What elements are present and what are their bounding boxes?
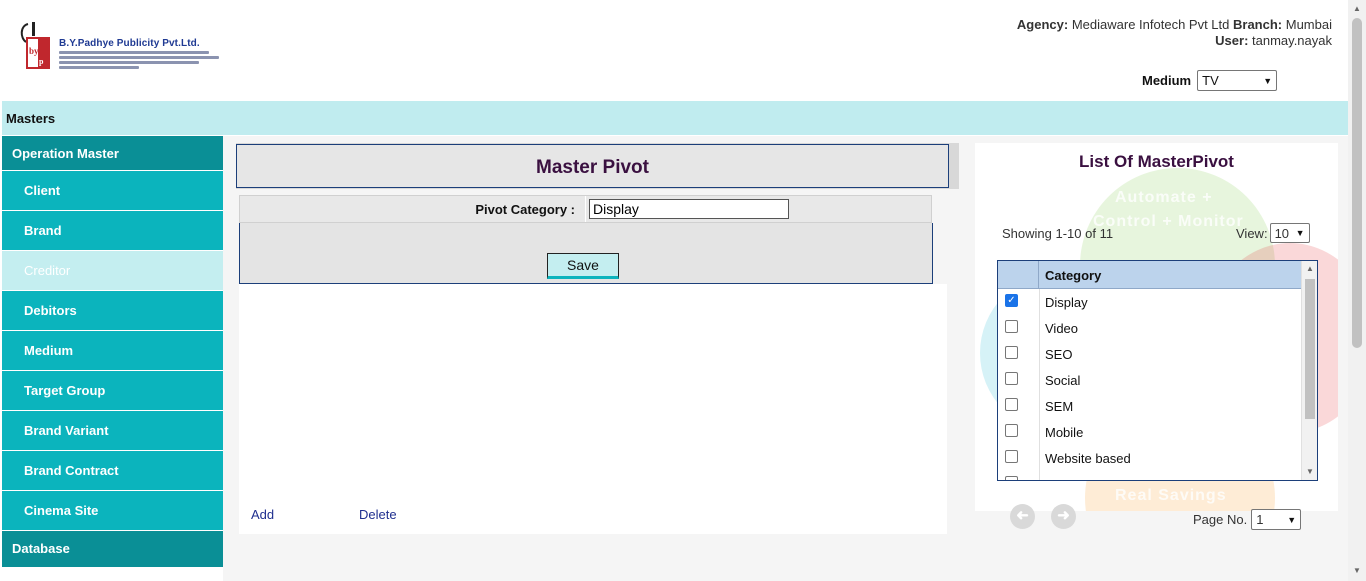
chevron-down-icon: ▼: [1263, 75, 1273, 86]
save-button[interactable]: Save: [547, 253, 619, 279]
chevron-down-icon: ▼: [1287, 514, 1297, 525]
watermark-text-2: Control + Monitor: [1093, 213, 1244, 230]
view-select[interactable]: 10 ▼: [1269, 223, 1310, 243]
table-row: SEM: [998, 393, 1301, 419]
row-category: Video: [1045, 321, 1079, 336]
previous-page-icon[interactable]: ➜: [1010, 504, 1035, 529]
row-category: Display: [1045, 295, 1088, 310]
sidebar-item-cinema-site[interactable]: Cinema Site: [2, 491, 223, 531]
watermark-text-1: Automate +: [1115, 189, 1213, 206]
row-checkbox[interactable]: [1005, 476, 1018, 480]
sidebar-section-operation-master[interactable]: Operation Master: [2, 136, 223, 171]
table-row: Website based: [998, 445, 1301, 471]
sidebar-item-brand-contract[interactable]: Brand Contract: [2, 451, 223, 491]
row-checkbox[interactable]: ✓: [1005, 294, 1018, 307]
table-row: ✓ Display: [998, 289, 1301, 315]
medium-select-value: TV: [1202, 73, 1219, 88]
content-area: [239, 284, 947, 534]
grid-scrollbar[interactable]: ▲ ▼: [1301, 261, 1317, 480]
row-checkbox[interactable]: [1005, 320, 1018, 333]
medium-selector: Medium TV ▼: [1142, 70, 1278, 91]
view-select-value: 10: [1274, 225, 1290, 241]
grid-header-checkbox-cell: [998, 261, 1039, 289]
row-checkbox[interactable]: [1005, 346, 1018, 359]
pivot-category-label: Pivot Category :: [240, 196, 586, 222]
table-row: Social: [998, 367, 1301, 393]
list-showing-count: Showing 1-10 of 11: [1002, 226, 1114, 241]
scroll-up-icon[interactable]: ▲: [1353, 4, 1361, 13]
company-address: [59, 51, 219, 71]
agency-label: Agency:: [1016, 17, 1069, 32]
row-category: Social: [1045, 373, 1081, 388]
pivot-category-row: Pivot Category :: [239, 195, 932, 223]
scrollbar-thumb[interactable]: [1305, 279, 1315, 419]
user-label: User:: [1215, 33, 1249, 48]
form-title: Master Pivot: [236, 144, 949, 188]
grid-header: Category: [998, 261, 1301, 289]
page: by p B.Y.Padhye Publicity Pvt.Ltd. Agenc…: [0, 0, 1366, 581]
view-label: View:: [1236, 225, 1268, 241]
sidebar-item-medium[interactable]: Medium: [2, 331, 223, 371]
sidebar-item-target-group[interactable]: Target Group: [2, 371, 223, 411]
branch-label: Branch:: [1233, 17, 1283, 32]
company-logo[interactable]: by p B.Y.Padhye Publicity Pvt.Ltd.: [18, 20, 219, 72]
user-value: tanmay.nayak: [1252, 33, 1332, 48]
page-number-selector: Page No. 1 ▼: [1193, 509, 1302, 530]
watermark-text-3: Real Savings: [1115, 487, 1227, 504]
grid-header-category[interactable]: Category: [1045, 268, 1101, 283]
company-name: B.Y.Padhye Publicity Pvt.Ltd.: [59, 38, 200, 49]
delete-link[interactable]: Delete: [359, 507, 397, 522]
table-row-partial: [998, 471, 1301, 480]
logo-mark-icon: by p: [20, 22, 50, 69]
branch-value: Mumbai: [1285, 17, 1332, 32]
sidebar-item-client[interactable]: Client: [2, 171, 223, 211]
view-selector: View: 10 ▼: [1236, 223, 1310, 243]
sidebar-section-database[interactable]: Database: [2, 531, 223, 568]
row-checkbox[interactable]: [1005, 398, 1018, 411]
row-category: SEO: [1045, 347, 1073, 362]
row-category: Website based: [1045, 451, 1131, 466]
sidebar: Operation Master Client Brand Creditor D…: [2, 136, 223, 581]
row-category: SEM: [1045, 399, 1074, 414]
sidebar-item-creditor[interactable]: Creditor: [2, 251, 223, 291]
scroll-down-icon[interactable]: ▼: [1306, 467, 1314, 476]
agency-info: Agency: Mediaware Infotech Pvt Ltd Branc…: [1017, 17, 1332, 49]
next-page-icon[interactable]: ➜: [1051, 504, 1076, 529]
svg-text:p: p: [39, 57, 44, 66]
masters-bar: Masters: [2, 101, 1348, 135]
pivot-category-input[interactable]: [589, 199, 789, 219]
page-no-label: Page No.: [1193, 512, 1248, 527]
row-checkbox[interactable]: [1005, 372, 1018, 385]
row-checkbox[interactable]: [1005, 450, 1018, 463]
add-link[interactable]: Add: [251, 507, 274, 522]
list-title: List Of MasterPivot: [1079, 152, 1234, 171]
medium-select[interactable]: TV ▼: [1197, 70, 1278, 91]
sidebar-item-debitors[interactable]: Debitors: [2, 291, 223, 331]
medium-label: Medium: [1142, 73, 1192, 88]
page-scrollbar-thumb[interactable]: [1352, 18, 1362, 348]
row-checkbox[interactable]: [1005, 424, 1018, 437]
table-row: Mobile: [998, 419, 1301, 445]
header: by p B.Y.Padhye Publicity Pvt.Ltd. Agenc…: [0, 0, 1348, 101]
sidebar-item-brand[interactable]: Brand: [2, 211, 223, 251]
agency-value: Mediaware Infotech Pvt Ltd: [1071, 17, 1230, 32]
category-grid: Category ✓ Display Video SEO Social SEM …: [997, 260, 1318, 481]
scroll-down-icon[interactable]: ▼: [1353, 566, 1361, 575]
table-row: Video: [998, 315, 1301, 341]
svg-text:by: by: [29, 46, 39, 56]
table-row: SEO: [998, 341, 1301, 367]
scroll-up-icon[interactable]: ▲: [1306, 264, 1314, 273]
row-category: Mobile: [1045, 425, 1084, 440]
page-no-value: 1: [1256, 512, 1264, 527]
page-scrollbar[interactable]: ▲ ▼: [1348, 0, 1366, 581]
sidebar-item-brand-variant[interactable]: Brand Variant: [2, 411, 223, 451]
page-no-select[interactable]: 1 ▼: [1251, 509, 1302, 530]
chevron-down-icon: ▼: [1295, 228, 1305, 238]
